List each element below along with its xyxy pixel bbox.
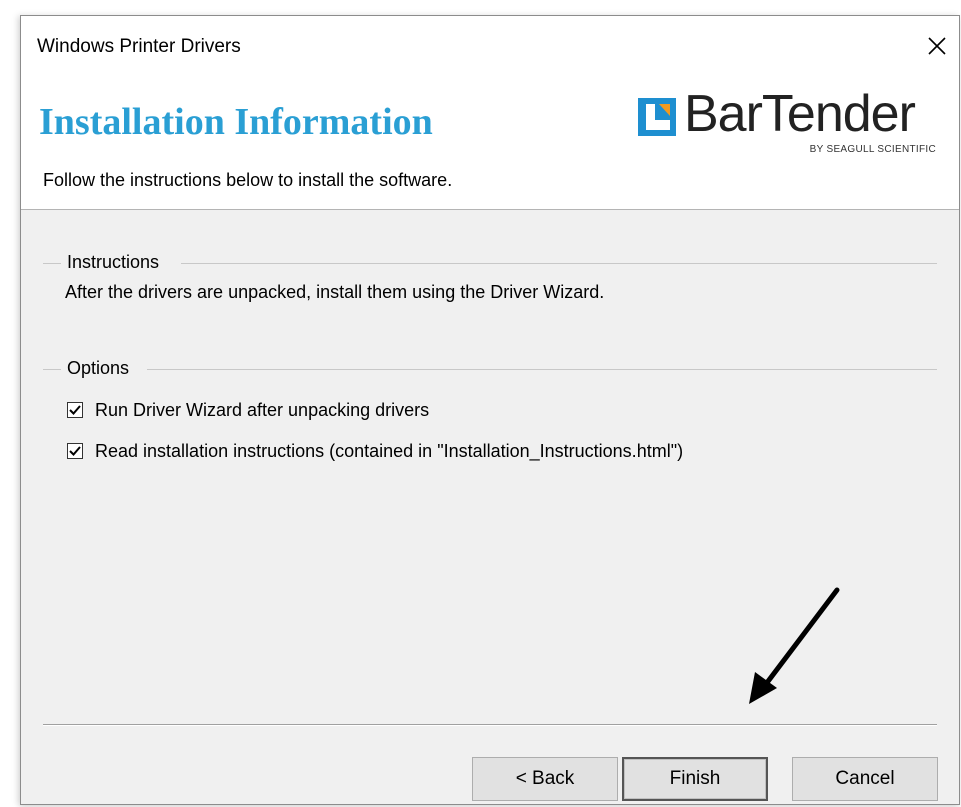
checkmark-icon [69,446,81,456]
title-bar: Windows Printer Drivers [21,16,959,78]
group-divider [43,263,61,264]
footer-divider [43,724,937,726]
logo-tagline: BY SEAGULL SCIENTIFIC [809,144,936,155]
read-instructions-label: Read installation instructions (containe… [95,440,684,461]
group-divider [43,369,61,370]
page-subtitle: Follow the instructions below to install… [43,170,453,190]
group-divider [181,263,937,264]
bartender-logo: BarTender BY SEAGULL SCIENTIFIC [638,85,948,156]
options-group: Options [21,358,959,380]
page-title: Installation Information [39,101,433,143]
installer-dialog: Windows Printer Drivers Installation Inf… [20,15,960,805]
read-instructions-option[interactable]: Read installation instructions (containe… [67,439,683,463]
run-driver-wizard-label: Run Driver Wizard after unpacking driver… [95,399,430,420]
close-button[interactable] [915,24,959,68]
finish-button[interactable]: Finish [622,757,768,801]
instructions-text: After the drivers are unpacked, install … [65,282,605,302]
bartender-logo-icon [638,98,676,136]
window-title: Windows Printer Drivers [37,36,241,57]
checkmark-icon [69,405,81,415]
back-button[interactable]: < Back [472,757,618,801]
group-divider [147,369,937,370]
logo-wordmark: BarTender [684,85,916,143]
run-driver-wizard-checkbox[interactable] [67,402,83,418]
read-instructions-checkbox[interactable] [67,443,83,459]
options-label: Options [65,358,132,379]
cancel-button[interactable]: Cancel [792,757,938,801]
instructions-group: Instructions [21,252,959,274]
close-icon [928,37,946,55]
run-driver-wizard-option[interactable]: Run Driver Wizard after unpacking driver… [67,398,429,422]
instructions-label: Instructions [65,252,162,273]
wizard-body: Instructions After the drivers are unpac… [21,210,959,804]
wizard-header: Installation Information Follow the inst… [21,78,959,210]
